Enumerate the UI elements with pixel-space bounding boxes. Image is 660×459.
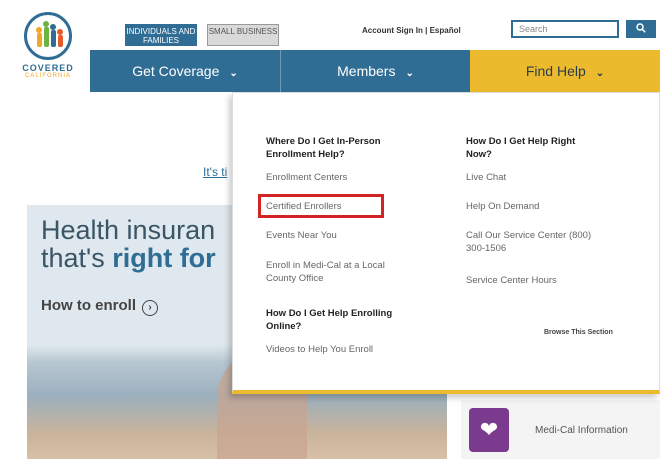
- search-input[interactable]: Search: [511, 20, 619, 38]
- main-navigation: Get Coverage ⌄ Members ⌄ Find Help ⌄: [90, 50, 660, 92]
- logo-subtitle: CALIFORNIA: [24, 73, 71, 79]
- browse-section-link[interactable]: Browse This Section: [544, 329, 613, 336]
- heart-hands-icon: ❤: [469, 408, 509, 452]
- live-chat-link[interactable]: Live Chat: [466, 171, 506, 184]
- hero-headline-line2: that's right for: [41, 243, 216, 274]
- nav-get-coverage-label: Get Coverage: [132, 63, 220, 79]
- enrollment-centers-link[interactable]: Enrollment Centers: [266, 171, 347, 184]
- covered-california-logo[interactable]: COVERED CALIFORNIA: [14, 12, 82, 92]
- medi-cal-info-label: Medi-Cal Information: [535, 425, 628, 436]
- hero-headline-prefix: that's: [41, 243, 113, 273]
- help-right-now-heading: How Do I Get Help Right Now?: [466, 136, 576, 160]
- medi-cal-county-office-link[interactable]: Enroll in Medi-Cal at a Local County Off…: [266, 259, 416, 285]
- search-icon: [636, 23, 646, 34]
- small-business-tab[interactable]: SMALL BUSINESS: [207, 24, 279, 46]
- help-on-demand-link[interactable]: Help On Demand: [466, 200, 539, 213]
- call-service-center-link[interactable]: Call Our Service Center (800) 300-1506: [466, 229, 596, 255]
- chevron-down-icon: ⌄: [595, 68, 605, 79]
- highlight-box: [258, 194, 384, 218]
- utility-bar: INDIVIDUALS AND FAMILIES SMALL BUSINESS …: [90, 0, 660, 50]
- medi-cal-info-tile[interactable]: ❤ Medi-Cal Information: [461, 400, 660, 459]
- service-center-hours-link[interactable]: Service Center Hours: [466, 274, 557, 287]
- nav-members[interactable]: Members ⌄: [280, 50, 470, 92]
- in-person-help-heading: Where Do I Get In-Person Enrollment Help…: [266, 136, 381, 160]
- logo-emblem-icon: [24, 12, 72, 60]
- nav-get-coverage[interactable]: Get Coverage ⌄: [90, 50, 280, 92]
- chevron-right-circle-icon: ›: [142, 300, 158, 316]
- videos-help-enroll-link[interactable]: Videos to Help You Enroll: [266, 343, 373, 356]
- online-help-heading: How Do I Get Help Enrolling Online?: [266, 308, 393, 332]
- hero-headline-line1: Health insuran: [41, 215, 216, 245]
- logo-title: COVERED: [22, 63, 74, 73]
- chevron-down-icon: ⌄: [229, 68, 238, 79]
- how-to-enroll-label: How to enroll: [41, 297, 136, 314]
- individuals-families-tab[interactable]: INDIVIDUALS AND FAMILIES: [125, 24, 197, 46]
- find-help-dropdown: Where Do I Get In-Person Enrollment Help…: [232, 92, 660, 394]
- how-to-enroll-link[interactable]: How to enroll ›: [41, 297, 158, 316]
- events-near-you-link[interactable]: Events Near You: [266, 229, 337, 242]
- chevron-down-icon: ⌄: [405, 68, 414, 79]
- nav-members-label: Members: [337, 63, 396, 79]
- hero-headline-bold: right for: [112, 243, 216, 273]
- partial-link-text[interactable]: It's ti: [203, 165, 227, 179]
- account-signin-link[interactable]: Account Sign In | Español: [362, 26, 461, 35]
- nav-find-help[interactable]: Find Help ⌄: [470, 50, 660, 92]
- nav-find-help-label: Find Help: [525, 63, 586, 79]
- search-button[interactable]: [626, 20, 656, 38]
